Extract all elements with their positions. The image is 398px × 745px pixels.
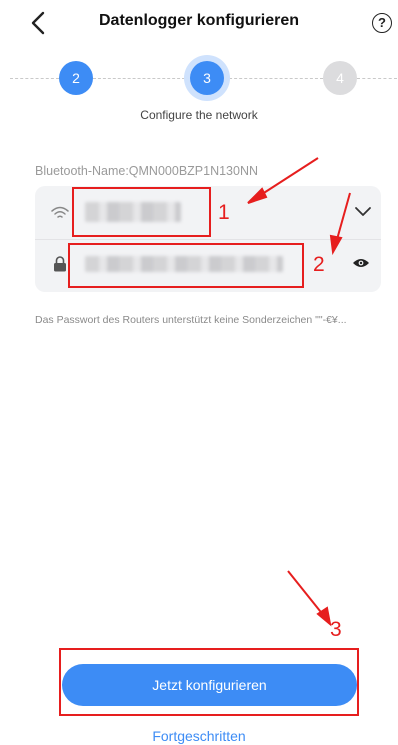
help-icon[interactable]: ? — [372, 13, 392, 33]
step-connector — [224, 78, 323, 79]
progress-stepper: 2 3 4 Configure the network — [0, 46, 398, 136]
step-connector — [93, 78, 190, 79]
advanced-link[interactable]: Fortgeschritten — [0, 728, 398, 744]
step-connector — [357, 78, 397, 79]
chevron-down-icon[interactable] — [354, 204, 372, 218]
annotation-number-3: 3 — [330, 618, 342, 641]
eye-icon[interactable] — [352, 257, 370, 269]
app-header: Datenlogger konfigurieren ? — [0, 0, 398, 46]
annotation-number-1: 1 — [218, 201, 230, 224]
row-divider — [35, 239, 381, 240]
configure-now-button[interactable]: Jetzt konfigurieren — [62, 664, 357, 706]
step-3-current: 3 — [190, 61, 224, 95]
annotation-box-1 — [72, 187, 211, 237]
annotation-box-2 — [68, 243, 304, 288]
wifi-icon — [51, 206, 69, 218]
bluetooth-name: Bluetooth-Name:QMN000BZP1N130NN — [35, 164, 259, 178]
step-2: 2 — [59, 61, 93, 95]
lock-icon — [54, 256, 66, 272]
annotation-number-2: 2 — [313, 253, 325, 276]
step-connector — [10, 78, 59, 79]
step-caption: Configure the network — [140, 108, 258, 122]
page-title: Datenlogger konfigurieren — [98, 12, 300, 29]
step-4: 4 — [323, 61, 357, 95]
password-note: Das Passwort des Routers unterstützt kei… — [35, 314, 347, 326]
